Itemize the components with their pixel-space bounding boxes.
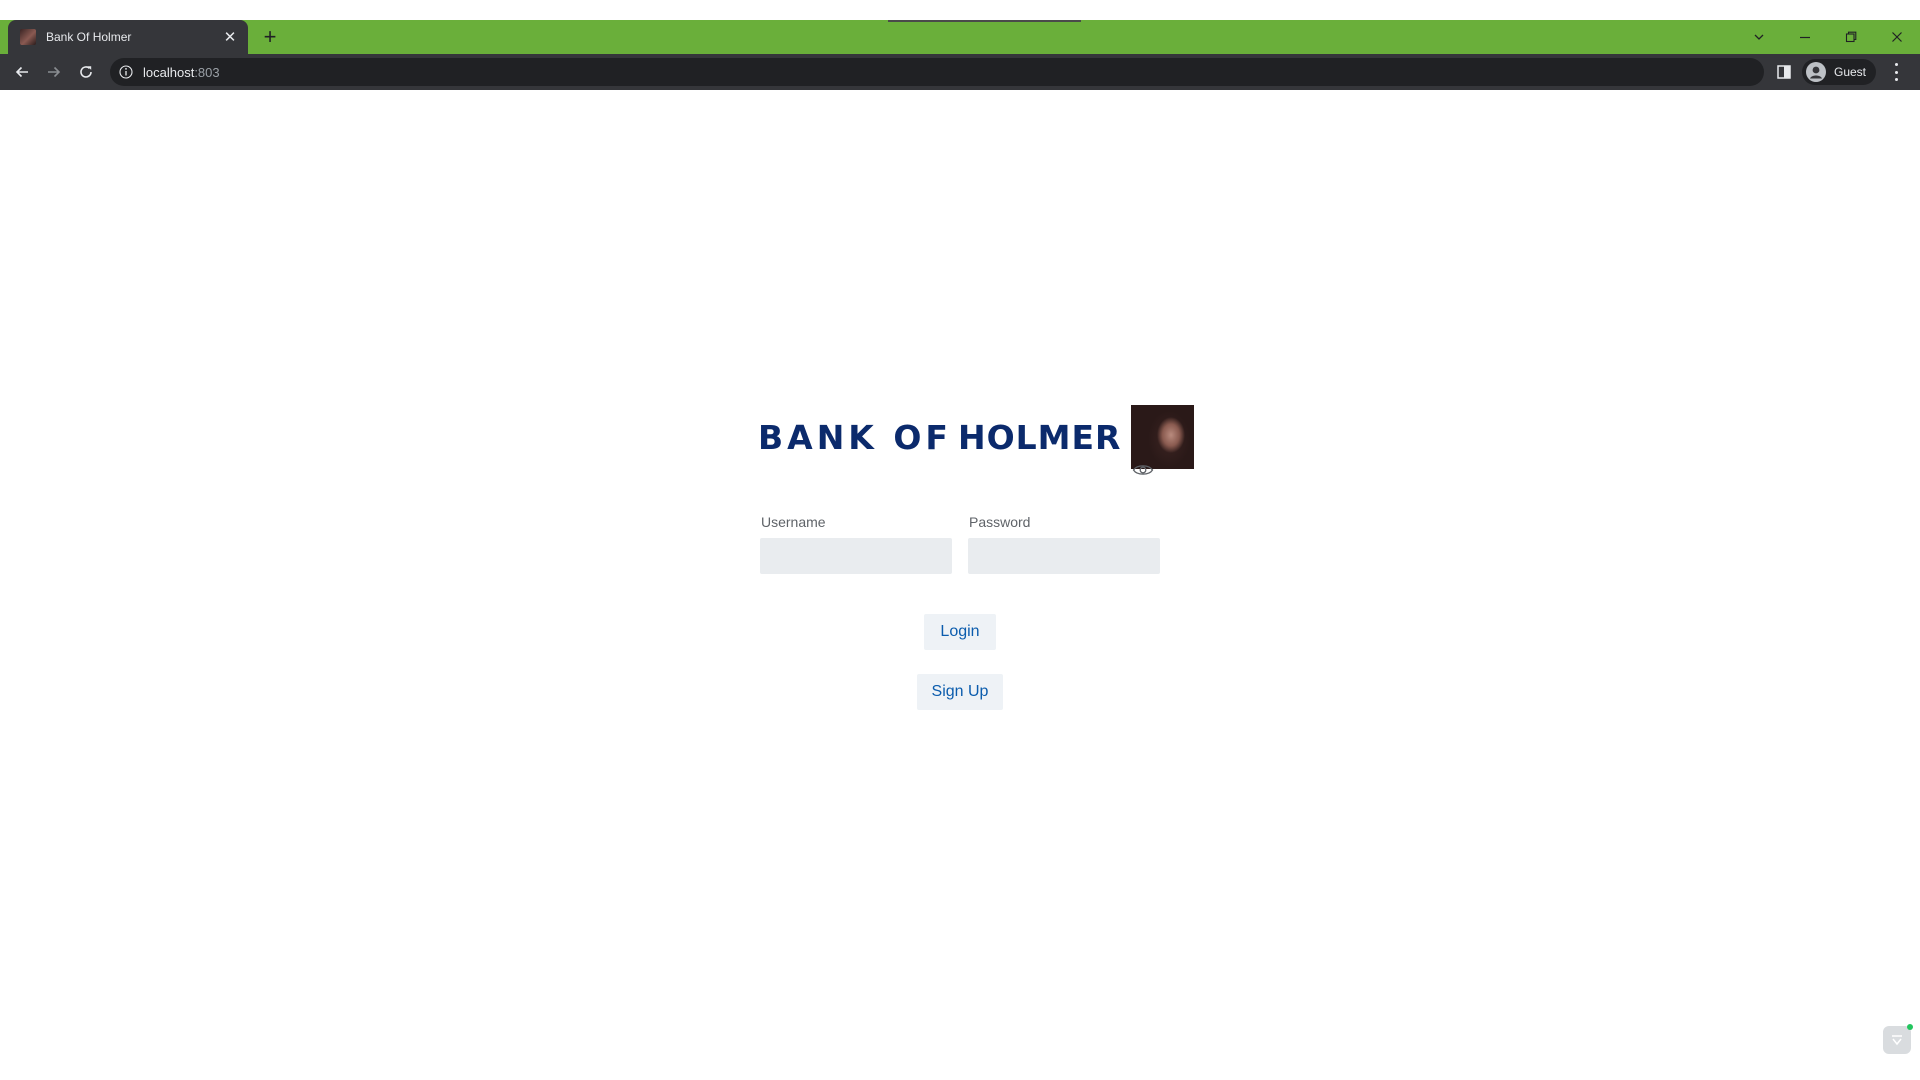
login-button[interactable]: Login	[924, 614, 996, 650]
floating-helper-widget[interactable]	[1883, 1024, 1913, 1054]
username-input[interactable]	[760, 538, 952, 574]
guest-avatar-icon	[1806, 62, 1826, 82]
browser-tab-active[interactable]: Bank Of Holmer ✕	[8, 20, 248, 54]
kebab-menu-icon[interactable]	[1886, 63, 1906, 81]
arrow-right-icon[interactable]	[40, 58, 68, 86]
arrow-left-icon[interactable]	[8, 58, 36, 86]
browser-toolbar: localhost:803 Guest	[0, 54, 1920, 90]
page-body: BANK OF HOLMER Username Password	[0, 90, 1920, 1080]
username-label: Username	[761, 514, 826, 530]
holmer-portrait-image	[1131, 405, 1195, 469]
minimize-icon[interactable]	[1782, 20, 1828, 54]
tab-title: Bank Of Holmer	[46, 30, 132, 44]
password-label: Password	[969, 514, 1031, 530]
restore-icon[interactable]	[1828, 20, 1874, 54]
brand-word-holmer: HOLMER	[957, 417, 1122, 457]
close-window-icon[interactable]	[1874, 20, 1920, 54]
sign-up-button[interactable]: Sign Up	[917, 674, 1003, 710]
tab-strip-indicator	[888, 20, 1081, 22]
brand-wordmark: BANK OF HOLMER	[758, 421, 1121, 454]
helper-chevron-icon	[1892, 1035, 1902, 1046]
password-input[interactable]	[968, 538, 1160, 574]
tab-strip: Bank Of Holmer ✕ +	[0, 20, 1920, 54]
close-tab-icon[interactable]: ✕	[220, 27, 240, 47]
profile-button[interactable]: Guest	[1802, 59, 1877, 85]
url-host: localhost	[143, 64, 195, 80]
show-password-eye-icon[interactable]	[1132, 462, 1154, 478]
brand-word-bank-of: BANK OF	[758, 417, 952, 457]
address-bar[interactable]: localhost:803	[110, 58, 1764, 86]
side-panel-icon[interactable]	[1776, 64, 1792, 80]
info-icon[interactable]	[119, 65, 133, 79]
holmer-portrait-favicon	[20, 29, 36, 45]
tab-search-chevron-icon[interactable]	[1736, 20, 1782, 54]
profile-label: Guest	[1834, 65, 1867, 79]
reload-icon[interactable]	[72, 58, 100, 86]
notification-dot	[1907, 1024, 1913, 1030]
window-top-strip	[0, 0, 1920, 20]
new-tab-icon[interactable]: +	[258, 24, 282, 49]
bank-logo: BANK OF HOLMER	[758, 405, 1195, 469]
url-port: :803	[194, 64, 220, 80]
